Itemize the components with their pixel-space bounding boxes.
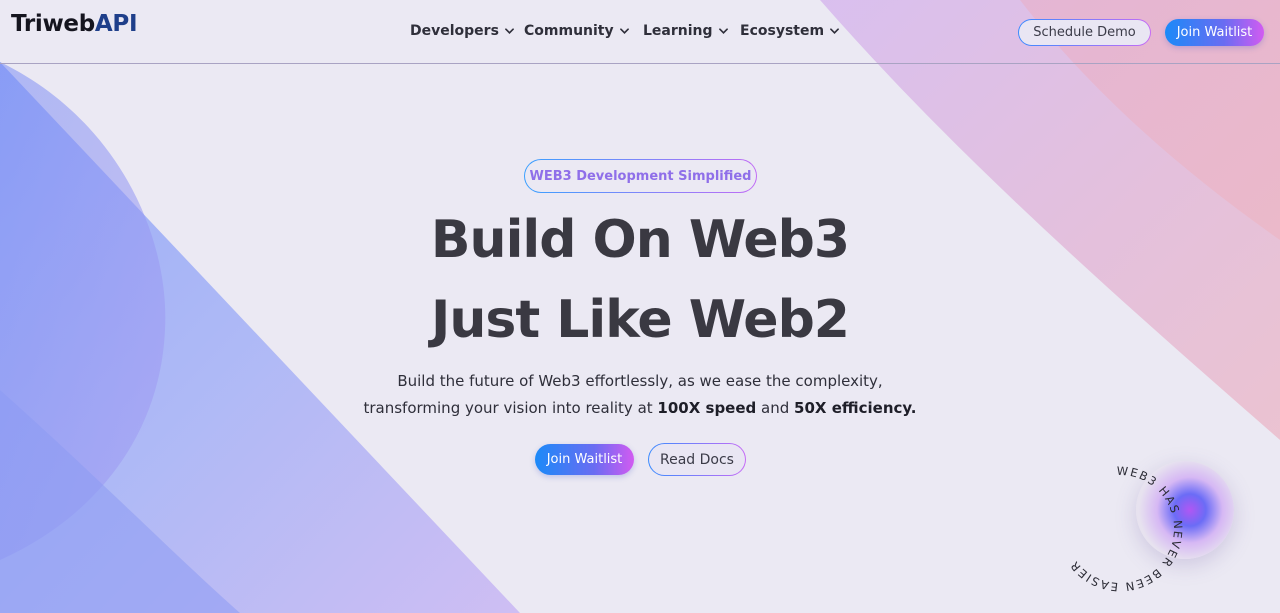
hero-title-line-2: Just Like Web2 <box>431 290 850 350</box>
chevron-down-icon <box>505 28 514 34</box>
nav-ecosystem-label: Ecosystem <box>740 23 825 39</box>
subtitle-text: transforming your vision into reality at <box>363 399 658 417</box>
top-navbar: TriwebAPI Developers Community Learning … <box>0 0 1280 64</box>
join-waitlist-header-button[interactable]: Join Waitlist <box>1165 19 1264 46</box>
subtitle-highlight-efficiency: 50X efficiency. <box>794 399 917 417</box>
nav-ecosystem[interactable]: Ecosystem <box>740 21 839 41</box>
logo-text-triweb: Triweb <box>11 11 95 37</box>
subtitle-text: and <box>756 399 795 417</box>
chevron-down-icon <box>619 28 629 34</box>
hero-subtitle-line-1: Build the future of Web3 effortlessly, a… <box>397 372 883 390</box>
chevron-down-icon <box>830 28 839 34</box>
hero-section: WEB3 Development Simplified Build On Web… <box>0 64 1280 613</box>
brand-logo[interactable]: TriwebAPI <box>11 11 138 37</box>
circular-text-ring: WEB3 HAS NEVER BEEN EASIER <box>1067 464 1185 594</box>
logo-text-api: API <box>94 11 138 37</box>
nav-developers-label: Developers <box>410 23 499 39</box>
nav-developers[interactable]: Developers <box>410 21 514 41</box>
tagline-badge: WEB3 Development Simplified <box>524 159 757 193</box>
schedule-demo-button[interactable]: Schedule Demo <box>1018 19 1151 46</box>
hero-subtitle-line-2: transforming your vision into reality at… <box>0 395 1280 422</box>
read-docs-button[interactable]: Read Docs <box>648 443 746 476</box>
join-waitlist-button[interactable]: Join Waitlist <box>535 444 634 475</box>
nav-learning[interactable]: Learning <box>643 21 728 41</box>
nav-learning-label: Learning <box>643 23 713 39</box>
nav-community-label: Community <box>524 23 614 39</box>
rotating-badge: WEB3 HAS NEVER BEEN EASIER <box>1050 459 1240 613</box>
subtitle-highlight-speed: 100X speed <box>657 399 757 417</box>
badge-circular-text: WEB3 HAS NEVER BEEN EASIER <box>1067 464 1184 594</box>
nav-community[interactable]: Community <box>524 21 629 41</box>
hero-title-line-1: Build On Web3 <box>430 210 850 270</box>
svg-text:WEB3 HAS NEVER BEEN EASIER: WEB3 HAS NEVER BEEN EASIER <box>1067 464 1185 594</box>
chevron-down-icon <box>718 28 728 34</box>
